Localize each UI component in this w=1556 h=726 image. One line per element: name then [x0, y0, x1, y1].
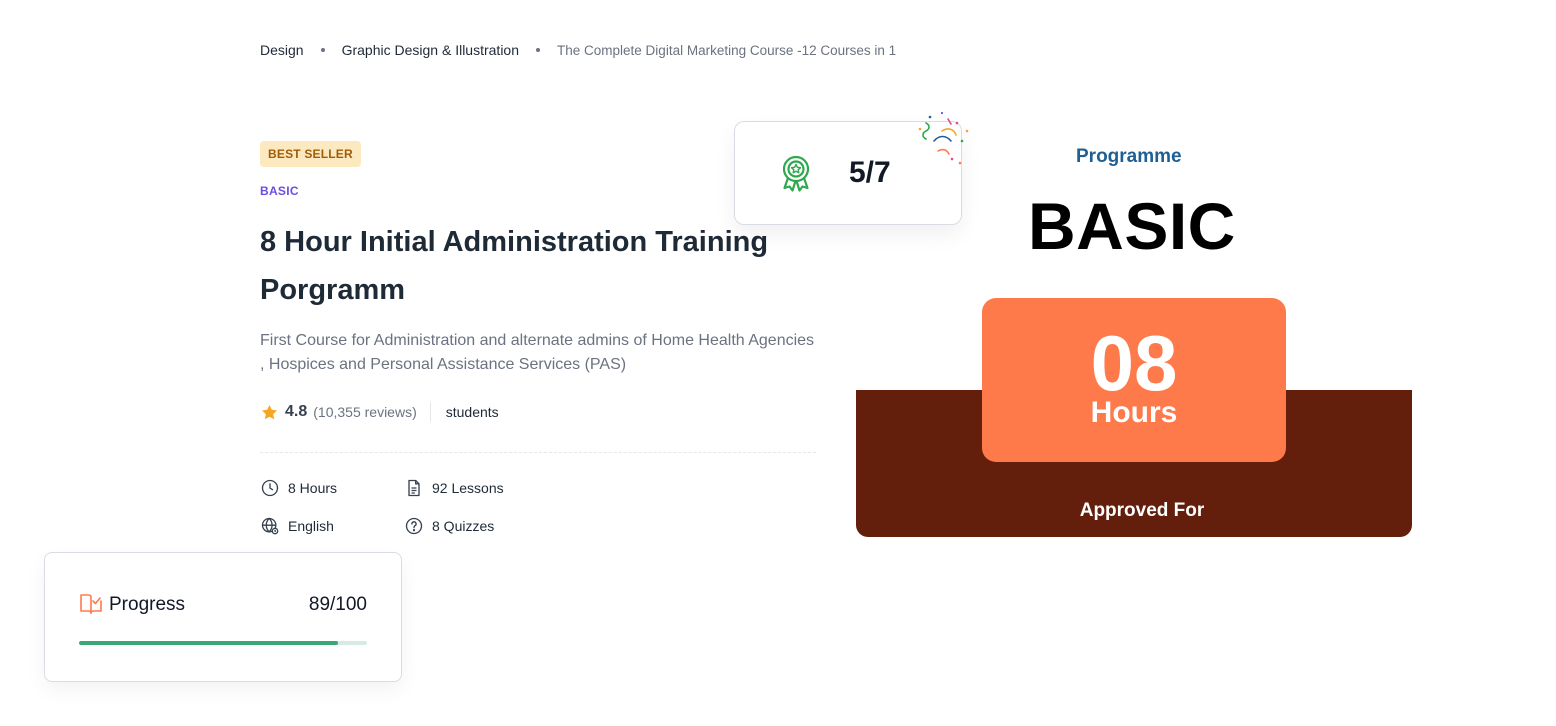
rating-score: 4.8: [285, 403, 308, 420]
progress-track: [79, 641, 367, 645]
breadcrumb-item-design[interactable]: Design: [260, 42, 304, 58]
course-description: First Course for Administration and alte…: [260, 332, 815, 373]
award-ribbon-icon: [782, 155, 810, 192]
meta-duration: 8 Hours: [260, 478, 337, 498]
star-icon: [261, 404, 278, 419]
progress-fill: [79, 641, 339, 645]
award-count: 5/7: [849, 156, 891, 189]
book-check-icon: [80, 594, 102, 614]
globe-icon: [261, 517, 279, 535]
quizzes-text: 8 Quizzes: [432, 518, 495, 534]
language-text: English: [288, 518, 334, 534]
review-count[interactable]: (10,355 reviews): [313, 404, 417, 420]
hours-number: 08: [1090, 319, 1178, 407]
programme-label: Programme: [1076, 146, 1182, 167]
banner-level-text: BASIC: [1028, 189, 1236, 263]
progress-value: 89/100: [308, 594, 367, 615]
progress-label: Progress: [109, 594, 186, 615]
student-count: students: [445, 404, 499, 420]
document-icon: [408, 479, 420, 497]
rating-row: 4.8 (10,355 reviews) students: [260, 402, 499, 422]
approved-for-label: Approved For: [1079, 500, 1205, 521]
question-circle-icon: [405, 517, 423, 535]
progress-card: Progress 89/100: [44, 552, 402, 682]
duration-text: 8 Hours: [288, 480, 338, 496]
meta-lessons: 92 Lessons: [404, 478, 504, 498]
best-seller-badge: BEST SELLER: [260, 141, 361, 167]
lessons-text: 92 Lessons: [432, 480, 504, 496]
breadcrumb-item-current: The Complete Digital Marketing Course -1…: [557, 42, 897, 58]
confetti-icon: [918, 111, 969, 165]
breadcrumb: Design Graphic Design & Illustration The…: [260, 42, 896, 58]
breadcrumb-separator: [536, 48, 541, 52]
breadcrumb-separator: [320, 48, 325, 52]
meta-quizzes: 8 Quizzes: [404, 516, 494, 536]
clock-icon: [261, 479, 279, 497]
meta-language: English: [260, 516, 334, 536]
divider: [429, 402, 431, 422]
breadcrumb-item-graphic-design[interactable]: Graphic Design & Illustration: [342, 42, 519, 58]
hours-label: Hours: [1090, 396, 1178, 429]
dashed-divider: [260, 452, 816, 453]
course-title: 8 Hour Initial Administration Training P…: [260, 226, 769, 306]
course-level-tag: BASIC: [260, 184, 299, 198]
